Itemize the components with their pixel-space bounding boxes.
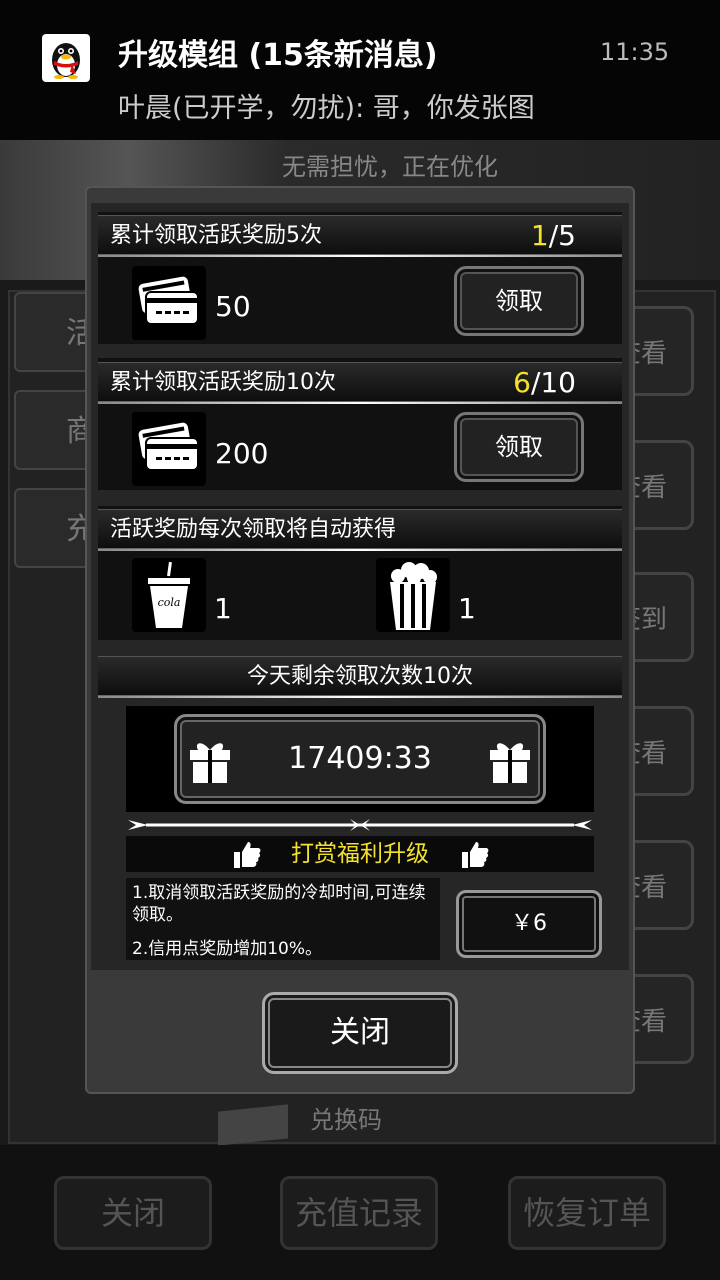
credit-cards-icon [132,412,206,486]
restore-order-button[interactable]: 恢复订单 [508,1176,666,1250]
gift-icon [488,738,532,788]
thumbs-up-icon [458,838,490,874]
svg-text:cola: cola [158,596,181,609]
reward-amount: 200 [215,437,269,470]
reward-title: 累计领取活跃奖励5次 [110,223,322,248]
credit-cards-icon [132,266,206,340]
gift-icon [188,738,232,788]
remaining-claims-bar: 今天剩余领取次数10次 [98,656,622,698]
reward-progress: 6/10 [513,366,576,399]
claim-button[interactable]: 领取 [454,412,584,482]
ornamental-divider [128,819,592,831]
auto-reward-title-bar: 活跃奖励每次领取将自动获得 [98,509,622,551]
reward-amount: 50 [215,290,251,323]
notification-message: 叶晨(已开学，勿扰): 哥，你发张图 [118,93,535,124]
reward-title: 累计领取活跃奖励10次 [110,370,336,395]
reward-title-bar: 累计领取活跃奖励10次 6/10 [98,362,622,404]
notification-title: 升级模组 (15条新消息) [118,38,438,73]
upgrade-title: 打赏福利升级 [291,841,429,867]
background-status-text: 无需担忧，正在优化 [282,153,498,181]
cola-count: 1 [214,592,232,625]
recharge-history-button[interactable]: 充值记录 [280,1176,438,1250]
reward-title-bar: 累计领取活跃奖励5次 1/5 [98,215,622,257]
claim-button[interactable]: 领取 [454,266,584,336]
notification-time: 11:35 [600,38,670,66]
auto-reward-title: 活跃奖励每次领取将自动获得 [110,517,397,542]
remaining-claims-text: 今天剩余领取次数10次 [247,664,473,689]
cola-cup-icon: cola [132,558,206,632]
popcorn-icon [376,558,450,632]
redeem-code-label: 兑换码 [310,1106,382,1134]
qq-penguin-icon [42,34,90,82]
benefit-item: 2.信用点奖励增加10%。 [132,939,323,959]
background-close-button[interactable]: 关闭 [54,1176,212,1250]
benefit-item: 1.取消领取活跃奖励的冷却时间,可连续领取。 [132,883,426,925]
popcorn-count: 1 [458,592,476,625]
reward-progress: 1/5 [530,219,576,252]
close-dialog-button[interactable]: 关闭 [262,992,458,1074]
purchase-upgrade-button[interactable]: ￥6 [456,890,602,958]
